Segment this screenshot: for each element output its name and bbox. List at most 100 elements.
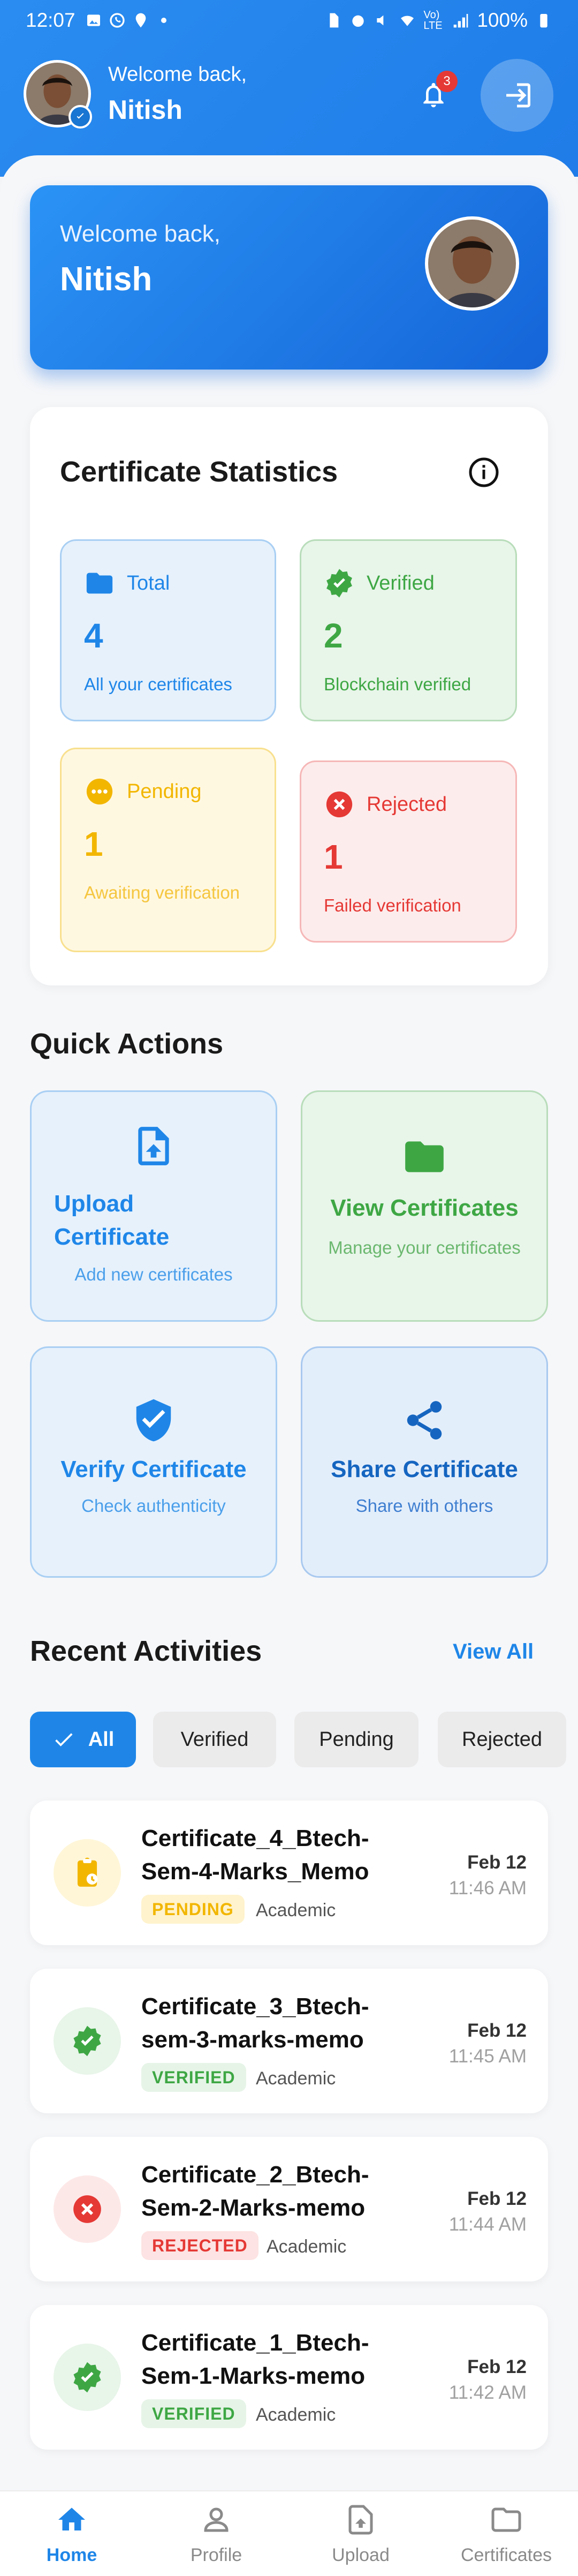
verified-badge-icon (326, 569, 352, 598)
stat-total-value: 4 (84, 616, 103, 655)
status-badge: REJECTED (141, 2231, 258, 2260)
filter-chip-pending-label: Pending (319, 1728, 394, 1751)
activity-time: 11:46 AM (448, 1878, 527, 1899)
upload-certificate-button[interactable]: Upload Certificate Add new certificates (30, 1090, 277, 1322)
activity-item[interactable]: Certificate_4_Btech-Sem-4-Marks_Memo PEN… (30, 1801, 548, 1945)
activity-date: Feb 12 (467, 1852, 527, 1873)
nav-profile[interactable]: Profile (163, 2501, 270, 2566)
upload-file-icon (138, 1127, 169, 1165)
welcome-card: Welcome back, Nitish (30, 185, 548, 370)
rejected-x-icon (54, 2175, 121, 2243)
folder-icon (491, 2507, 521, 2532)
bottom-navigation: Home Profile Upload Certificates (0, 2490, 578, 2576)
nav-home[interactable]: Home (18, 2501, 125, 2566)
header-user-name: Nitish (108, 95, 182, 125)
welcome-card-name: Nitish (60, 261, 153, 298)
upload-file-icon (348, 2505, 373, 2535)
header-avatar[interactable] (24, 60, 92, 129)
status-badge: VERIFIED (141, 2063, 246, 2092)
activity-category: Academic (256, 2405, 336, 2425)
nav-upload[interactable]: Upload (307, 2501, 414, 2566)
stat-total-sub: All your certificates (84, 674, 232, 694)
stat-rejected-value: 1 (324, 838, 343, 876)
verify-certificate-title: Verify Certificate (60, 1456, 247, 1482)
app-header: 12:07 Vo) LTE 100% Welcome back, Nitish … (0, 0, 578, 177)
filter-chip-all[interactable]: All (30, 1712, 136, 1767)
stat-pending-value: 1 (84, 825, 103, 863)
nav-upload-label: Upload (332, 2545, 390, 2565)
filter-chip-pending[interactable]: Pending (294, 1712, 419, 1767)
shield-check-icon (136, 1399, 171, 1442)
activity-category: Academic (256, 1900, 336, 1920)
status-dot (161, 17, 166, 23)
stat-rejected[interactable]: Rejected 1 Failed verification (300, 760, 517, 943)
share-certificate-button[interactable]: Share Certificate Share with others (301, 1346, 548, 1578)
notification-count-badge: 3 (436, 71, 458, 92)
view-all-link[interactable]: View All (453, 1640, 534, 1664)
pending-clipboard-icon (54, 1839, 121, 1907)
stat-total[interactable]: Total 4 All your certificates (60, 539, 276, 721)
stat-rejected-label: Rejected (367, 793, 447, 816)
home-icon (58, 2507, 85, 2530)
stat-verified[interactable]: Verified 2 Blockchain verified (300, 539, 517, 721)
stat-verified-value: 2 (324, 616, 343, 655)
nav-home-label: Home (46, 2545, 97, 2565)
pending-dots-icon (86, 778, 113, 805)
alarm-icon (349, 12, 367, 29)
view-certificates-button[interactable]: View Certificates Manage your certificat… (301, 1090, 548, 1322)
logout-button[interactable] (481, 59, 553, 132)
filter-chip-rejected-label: Rejected (462, 1728, 542, 1751)
activity-item[interactable]: Certificate_1_Btech-Sem-1-Marks-memo VER… (30, 2305, 548, 2450)
mute-icon (374, 12, 391, 29)
verified-check-icon (69, 105, 92, 129)
filter-chip-verified[interactable]: Verified (153, 1712, 276, 1767)
stat-pending[interactable]: Pending 1 Awaiting verification (60, 748, 276, 952)
gallery-icon (85, 12, 102, 29)
activity-title: Certificate_1_Btech-Sem-1-Marks-memo (141, 2330, 369, 2389)
view-certificates-sub: Manage your certificates (328, 1238, 521, 1257)
nav-profile-label: Profile (190, 2545, 242, 2565)
stat-total-label: Total (127, 571, 170, 594)
nav-certificates-label: Certificates (460, 2545, 552, 2565)
upload-certificate-sub: Add new certificates (74, 1264, 233, 1284)
activity-title: Certificate_2_Btech-Sem-2-Marks-memo (141, 2161, 369, 2221)
battery-icon (535, 12, 552, 29)
stat-verified-sub: Blockchain verified (324, 674, 471, 694)
activity-category: Academic (267, 2236, 347, 2257)
welcome-card-avatar (425, 216, 519, 311)
signal-icon (452, 12, 469, 29)
location-icon (132, 12, 149, 29)
wifi-icon (399, 12, 416, 29)
verify-certificate-sub: Check authenticity (81, 1496, 226, 1516)
upload-certificate-title: Upload Certificate (54, 1191, 170, 1250)
activity-item[interactable]: Certificate_3_Btech-sem-3-marks-memo VER… (30, 1969, 548, 2113)
activity-category: Academic (256, 2068, 336, 2089)
activity-time: 11:42 AM (448, 2382, 527, 2403)
logout-icon (506, 83, 530, 108)
person-icon (204, 2507, 229, 2532)
rejected-x-icon (326, 791, 353, 818)
folder-icon (86, 573, 113, 594)
verify-certificate-button[interactable]: Verify Certificate Check authenticity (30, 1346, 277, 1578)
filter-chip-all-label: All (88, 1728, 115, 1751)
activity-title: Certificate_3_Btech-sem-3-marks-memo (141, 1993, 369, 2053)
activity-title: Certificate_4_Btech-Sem-4-Marks_Memo (141, 1825, 369, 1885)
stat-pending-label: Pending (127, 780, 202, 803)
activity-filter-chips: All Verified Pending Rejected (30, 1712, 578, 1768)
activity-time: 11:45 AM (448, 2046, 527, 2067)
activity-date: Feb 12 (467, 2020, 527, 2041)
nav-certificates[interactable]: Certificates (453, 2501, 560, 2566)
activity-item[interactable]: Certificate_2_Btech-Sem-2-Marks-memo REJ… (30, 2137, 548, 2281)
certificate-statistics-card: Certificate Statistics Total 4 All your … (30, 407, 548, 985)
folder-icon (405, 1141, 444, 1172)
share-certificate-sub: Share with others (355, 1496, 493, 1516)
stat-rejected-sub: Failed verification (324, 895, 461, 915)
filter-chip-rejected[interactable]: Rejected (438, 1712, 566, 1767)
activity-time: 11:44 AM (448, 2214, 527, 2235)
verified-badge-icon (54, 2344, 121, 2411)
filter-chip-verified-label: Verified (180, 1728, 249, 1751)
activity-date: Feb 12 (467, 2356, 527, 2377)
stat-verified-label: Verified (367, 571, 435, 594)
info-icon[interactable] (468, 456, 500, 488)
verified-badge-icon (54, 2007, 121, 2075)
